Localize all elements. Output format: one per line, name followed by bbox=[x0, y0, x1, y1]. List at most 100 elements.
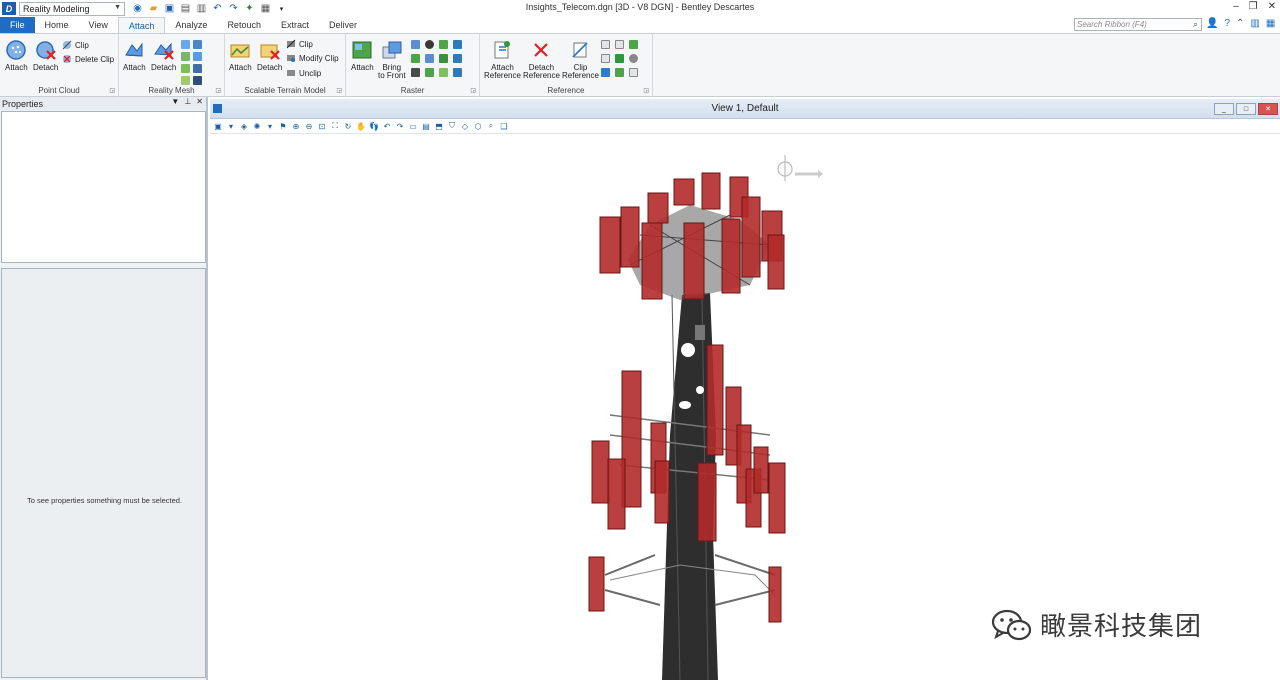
reference-tool-icon[interactable] bbox=[601, 40, 610, 49]
raster-bring-front-button[interactable]: Bring to Front bbox=[378, 39, 406, 80]
raster-tool-icon[interactable] bbox=[439, 68, 448, 77]
copy-view-icon[interactable]: ▭ bbox=[408, 121, 418, 131]
antenna-panel[interactable] bbox=[673, 178, 695, 206]
view-dropdown-icon[interactable]: ▾ bbox=[226, 121, 236, 131]
raster-tool-icon[interactable] bbox=[425, 68, 434, 77]
tab-attach[interactable]: Attach bbox=[117, 17, 166, 33]
reality-mesh-attach-button[interactable]: Attach bbox=[123, 39, 146, 72]
raster-tool-icon[interactable] bbox=[411, 40, 420, 49]
view-next-icon[interactable]: ↷ bbox=[395, 121, 405, 131]
zoom-out-icon[interactable]: ⊖ bbox=[304, 121, 314, 131]
change-view-perspective-icon[interactable]: ⬒ bbox=[434, 121, 444, 131]
clip-reference-button[interactable]: Clip Reference bbox=[562, 39, 599, 80]
antenna-panel[interactable] bbox=[647, 192, 669, 224]
reference-tool-icon[interactable] bbox=[601, 68, 610, 77]
mesh-tool-icon[interactable] bbox=[181, 64, 190, 73]
antenna-panel[interactable] bbox=[767, 234, 785, 290]
collapse-ribbon-icon[interactable]: ⌃ bbox=[1236, 18, 1244, 29]
antenna-panel[interactable] bbox=[701, 172, 721, 210]
antenna-panel[interactable] bbox=[620, 206, 640, 268]
pin-icon[interactable]: ✦ bbox=[243, 2, 256, 15]
view-toggles-icon[interactable]: ▤ bbox=[421, 121, 431, 131]
isolate-icon[interactable]: ❑ bbox=[499, 121, 509, 131]
open-folder-icon[interactable]: ▰ bbox=[147, 2, 160, 15]
mesh-tool-icon[interactable] bbox=[193, 76, 202, 85]
raster-tool-icon[interactable] bbox=[439, 54, 448, 63]
reference-tool-icon[interactable] bbox=[615, 40, 624, 49]
view-attributes-icon[interactable]: ▣ bbox=[213, 121, 223, 131]
mesh-tool-icon[interactable] bbox=[181, 76, 190, 85]
antenna-panel[interactable] bbox=[721, 218, 741, 294]
dialog-launcher-icon[interactable]: ◲ bbox=[109, 87, 115, 94]
tab-extract[interactable]: Extract bbox=[271, 17, 319, 33]
rotate-view-icon[interactable]: ↻ bbox=[343, 121, 353, 131]
lighting-icon[interactable]: ✺ bbox=[252, 121, 262, 131]
mesh-tool-icon[interactable] bbox=[193, 64, 202, 73]
user-tools-icon[interactable]: ◉ bbox=[131, 2, 144, 15]
search-icon[interactable]: ⌕ bbox=[1193, 19, 1198, 30]
save-settings-icon[interactable]: ▤ bbox=[179, 2, 192, 15]
raster-tool-icon[interactable] bbox=[439, 40, 448, 49]
clip-mask-icon[interactable]: ◇ bbox=[460, 121, 470, 131]
workflow-dropdown[interactable]: Reality Modeling ▼ bbox=[19, 1, 125, 16]
antenna-panel[interactable] bbox=[599, 216, 621, 274]
minimize-icon[interactable]: – bbox=[1233, 1, 1239, 12]
connection-icon[interactable]: ▦ bbox=[1266, 18, 1275, 29]
redo-icon[interactable]: ↷ bbox=[227, 2, 240, 15]
mesh-tool-icon[interactable] bbox=[181, 52, 190, 61]
restore-icon[interactable]: ❐ bbox=[1249, 1, 1258, 12]
tab-view[interactable]: View bbox=[79, 17, 118, 33]
antenna-panel[interactable] bbox=[768, 462, 786, 534]
terrain-clip-button[interactable]: Clip bbox=[286, 39, 313, 49]
view-window-icon[interactable] bbox=[213, 104, 222, 113]
point-cloud-detach-button[interactable]: Detach bbox=[33, 39, 58, 72]
print-icon[interactable]: ▦ bbox=[259, 2, 272, 15]
zoom-in-icon[interactable]: ⊕ bbox=[291, 121, 301, 131]
save-icon[interactable]: ▣ bbox=[163, 2, 176, 15]
dialog-launcher-icon[interactable]: ◲ bbox=[336, 87, 342, 94]
section-icon[interactable]: ⬡ bbox=[473, 121, 483, 131]
tab-home[interactable]: Home bbox=[35, 17, 79, 33]
detach-reference-button[interactable]: Detach Reference bbox=[523, 39, 560, 80]
pin-icon[interactable]: ⊥ bbox=[184, 97, 191, 106]
view-minimize-icon[interactable]: _ bbox=[1214, 103, 1234, 115]
antenna-panel[interactable] bbox=[591, 440, 610, 504]
panel-menu-icon[interactable]: ▼ bbox=[171, 97, 179, 106]
view-close-icon[interactable]: ✕ bbox=[1258, 103, 1278, 115]
reality-mesh-detach-button[interactable]: Detach bbox=[151, 39, 176, 72]
close-icon[interactable]: ✕ bbox=[1268, 1, 1276, 12]
antenna-panel[interactable] bbox=[641, 222, 663, 300]
view-rotation-widget-icon[interactable] bbox=[777, 155, 823, 181]
attach-reference-button[interactable]: Attach Reference bbox=[484, 39, 521, 80]
dialog-launcher-icon[interactable]: ◲ bbox=[470, 87, 476, 94]
view-previous-icon[interactable]: ↶ bbox=[382, 121, 392, 131]
pan-view-icon[interactable]: ✋ bbox=[356, 121, 366, 131]
antenna-panel[interactable] bbox=[768, 566, 782, 623]
mesh-tool-icon[interactable] bbox=[193, 52, 202, 61]
app-logo-icon[interactable]: D bbox=[2, 2, 16, 15]
reference-tool-icon[interactable] bbox=[615, 68, 624, 77]
display-style-icon[interactable]: ◈ bbox=[239, 121, 249, 131]
raster-tool-icon[interactable] bbox=[453, 40, 462, 49]
point-cloud-attach-button[interactable]: Attach bbox=[5, 39, 28, 72]
lighting-dropdown-icon[interactable]: ▾ bbox=[265, 121, 275, 131]
terrain-detach-button[interactable]: Detach bbox=[257, 39, 282, 72]
reference-tool-icon[interactable] bbox=[601, 54, 610, 63]
antenna-panel[interactable] bbox=[741, 196, 761, 278]
zoom-selection-icon[interactable]: ⌕ bbox=[486, 121, 496, 131]
mesh-tool-icon[interactable] bbox=[193, 40, 202, 49]
user-account-icon[interactable]: 👤 bbox=[1206, 18, 1218, 29]
tab-retouch[interactable]: Retouch bbox=[217, 17, 271, 33]
reference-tool-icon[interactable] bbox=[615, 54, 624, 63]
help-icon[interactable]: ? bbox=[1224, 18, 1230, 29]
mesh-tool-icon[interactable] bbox=[181, 40, 190, 49]
raster-tool-icon[interactable] bbox=[411, 54, 420, 63]
raster-tool-icon[interactable] bbox=[411, 68, 420, 77]
raster-tool-icon[interactable] bbox=[425, 54, 434, 63]
window-area-icon[interactable]: ⊡ bbox=[317, 121, 327, 131]
raster-tool-icon[interactable] bbox=[425, 40, 434, 49]
terrain-modify-clip-button[interactable]: Modify Clip bbox=[286, 53, 339, 63]
clip-volume-icon[interactable]: ⛉ bbox=[447, 121, 457, 131]
fit-view-icon[interactable]: ⛶ bbox=[330, 121, 340, 131]
update-view-icon[interactable]: ⚑ bbox=[278, 121, 288, 131]
